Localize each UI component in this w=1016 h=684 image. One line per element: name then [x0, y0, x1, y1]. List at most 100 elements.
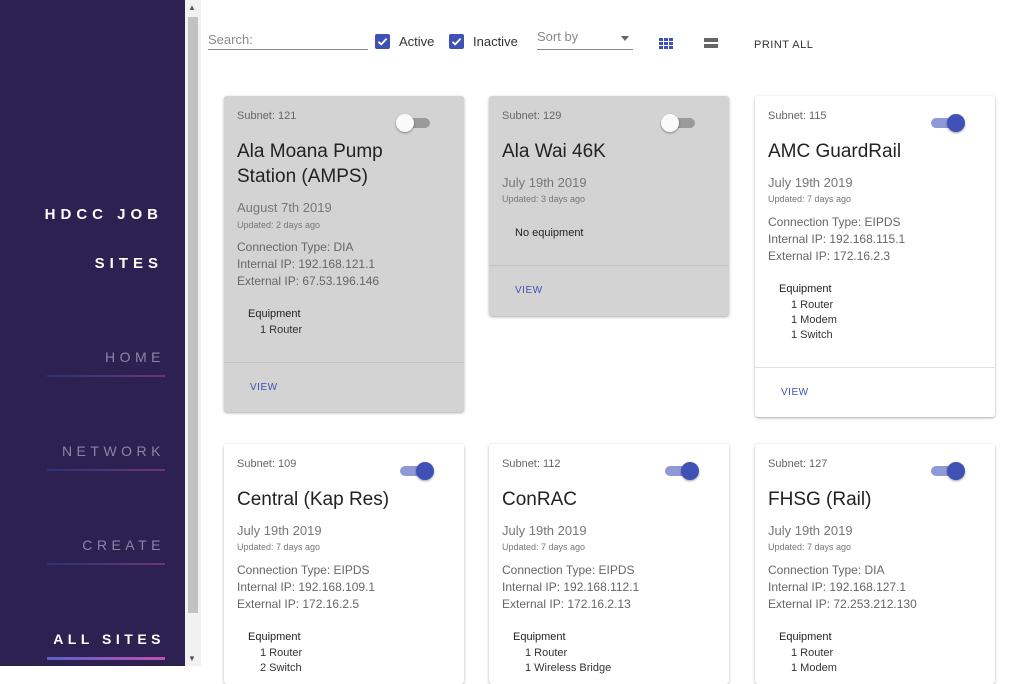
connection-type: Connection Type: EIPDS — [768, 215, 901, 229]
active-checkbox[interactable] — [375, 34, 390, 49]
search-input[interactable] — [208, 29, 368, 50]
site-title: AMC GuardRail — [768, 141, 902, 162]
sidebar-item-label: HOME — [105, 349, 165, 365]
list-view-icon[interactable] — [704, 38, 718, 49]
equipment-item: 1 Switch — [791, 329, 833, 341]
site-title: ConRAC — [502, 489, 577, 510]
external-ip: External IP: 72.253.212.130 — [768, 597, 917, 611]
checkmark-icon — [451, 37, 462, 46]
sidebar-item-network[interactable]: NETWORK — [45, 443, 165, 471]
updated-text: Updated: 7 days ago — [768, 194, 852, 204]
card-divider — [224, 362, 464, 363]
sidebar-item-label: CREATE — [82, 537, 165, 553]
toggle-knob — [661, 114, 679, 132]
equipment-item: 1 Router — [791, 299, 834, 311]
site-card: Subnet: 121 Ala Moana Pump Station (AMPS… — [224, 96, 464, 412]
nav-underline — [47, 563, 165, 565]
subnet-label: Subnet: 127 — [768, 458, 828, 470]
subnet-label: Subnet: 129 — [502, 110, 562, 122]
updated-text: Updated: 7 days ago — [237, 542, 321, 552]
connection-type: Connection Type: DIA — [768, 563, 885, 577]
toggle-knob — [681, 462, 699, 480]
brand-title-line2: SITES — [94, 255, 163, 272]
site-card: Subnet: 115 AMC GuardRail July 19th 2019… — [755, 96, 995, 417]
updated-text: Updated: 7 days ago — [768, 542, 852, 552]
connection-type: Connection Type: EIPDS — [502, 563, 635, 577]
sidebar: HDCC JOB SITES HOME NETWORK CREATE ALL S… — [0, 0, 185, 666]
subnet-label: Subnet: 115 — [768, 110, 827, 122]
connection-type: Connection Type: EIPDS — [237, 563, 370, 577]
site-date: July 19th 2019 — [502, 523, 587, 538]
active-toggle[interactable] — [665, 462, 699, 480]
site-card: Subnet: 127 FHSG (Rail) July 19th 2019 U… — [755, 444, 995, 684]
nav-underline — [47, 375, 165, 377]
active-toggle[interactable] — [396, 114, 430, 132]
subnet-label: Subnet: 109 — [237, 458, 297, 470]
sort-by-placeholder: Sort by — [537, 29, 579, 44]
sidebar-item-label: NETWORK — [61, 443, 165, 459]
internal-ip: Internal IP: 192.168.127.1 — [768, 580, 907, 594]
external-ip: External IP: 67.53.196.146 — [237, 274, 380, 288]
site-card: Subnet: 129 Ala Wai 46K July 19th 2019 U… — [489, 96, 729, 316]
equipment-item: 1 Wireless Bridge — [525, 662, 612, 674]
updated-text: Updated: 3 days ago — [502, 194, 586, 204]
equipment-item: 1 Modem — [791, 314, 837, 326]
external-ip: External IP: 172.16.2.5 — [237, 597, 360, 611]
external-ip: External IP: 172.16.2.13 — [502, 597, 631, 611]
equipment-item: 1 Modem — [791, 662, 837, 674]
inactive-checkbox-label[interactable]: Inactive — [473, 34, 518, 49]
updated-text: Updated: 7 days ago — [502, 542, 586, 552]
equipment-heading: Equipment — [779, 283, 832, 295]
equipment-item: 1 Router — [791, 647, 834, 659]
scroll-down-arrow-icon[interactable]: ▼ — [188, 654, 196, 663]
active-toggle[interactable] — [661, 114, 695, 132]
scroll-thumb[interactable] — [188, 17, 198, 613]
active-toggle[interactable] — [400, 462, 434, 480]
card-divider — [489, 265, 729, 266]
connection-type: Connection Type: DIA — [237, 240, 354, 254]
toggle-knob — [396, 114, 414, 132]
nav-underline — [47, 469, 165, 471]
site-card: Subnet: 109 Central (Kap Res) July 19th … — [224, 444, 464, 684]
equipment-item: 1 Router — [525, 647, 568, 659]
site-title: Ala Moana Pump Station (AMPS) — [237, 141, 383, 187]
checkmark-icon — [377, 37, 388, 46]
site-date: July 19th 2019 — [237, 523, 322, 538]
scroll-up-arrow-icon[interactable]: ▲ — [188, 3, 196, 12]
internal-ip: Internal IP: 192.168.109.1 — [237, 580, 376, 594]
external-ip: External IP: 172.16.2.3 — [768, 249, 891, 263]
equipment-item: 1 Router — [260, 324, 303, 336]
sidebar-item-create[interactable]: CREATE — [45, 537, 165, 565]
site-date: July 19th 2019 — [768, 175, 853, 190]
inactive-checkbox[interactable] — [449, 34, 464, 49]
view-button[interactable]: VIEW — [781, 387, 809, 398]
equipment-item: 1 Router — [260, 647, 303, 659]
equipment-heading: Equipment — [779, 631, 832, 643]
sidebar-item-all-sites[interactable]: ALL SITES — [45, 631, 165, 660]
site-title: Ala Wai 46K — [502, 141, 606, 162]
site-date: July 19th 2019 — [768, 523, 853, 538]
view-button[interactable]: VIEW — [515, 285, 543, 296]
card-divider — [755, 367, 995, 368]
equipment-heading: Equipment — [248, 308, 301, 320]
active-toggle[interactable] — [931, 462, 965, 480]
site-title: FHSG (Rail) — [768, 489, 872, 510]
toggle-knob — [416, 462, 434, 480]
toggle-knob — [947, 114, 965, 132]
equipment-item: 2 Switch — [260, 662, 302, 674]
toggle-knob — [947, 462, 965, 480]
chevron-down-icon — [621, 36, 629, 41]
print-all-button[interactable]: PRINT ALL — [754, 39, 813, 51]
grid-view-icon[interactable] — [659, 38, 673, 49]
site-title: Central (Kap Res) — [237, 489, 390, 510]
vertical-scrollbar[interactable]: ▲ ▼ — [185, 0, 201, 666]
subnet-label: Subnet: 112 — [502, 458, 561, 470]
view-button[interactable]: VIEW — [250, 382, 278, 393]
sidebar-item-home[interactable]: HOME — [45, 349, 165, 377]
active-checkbox-label[interactable]: Active — [399, 34, 434, 49]
updated-text: Updated: 2 days ago — [237, 220, 321, 230]
active-toggle[interactable] — [931, 114, 965, 132]
internal-ip: Internal IP: 192.168.112.1 — [502, 580, 640, 594]
sort-by-select[interactable]: Sort by — [537, 29, 633, 50]
brand-title-line1: HDCC JOB — [44, 206, 163, 223]
